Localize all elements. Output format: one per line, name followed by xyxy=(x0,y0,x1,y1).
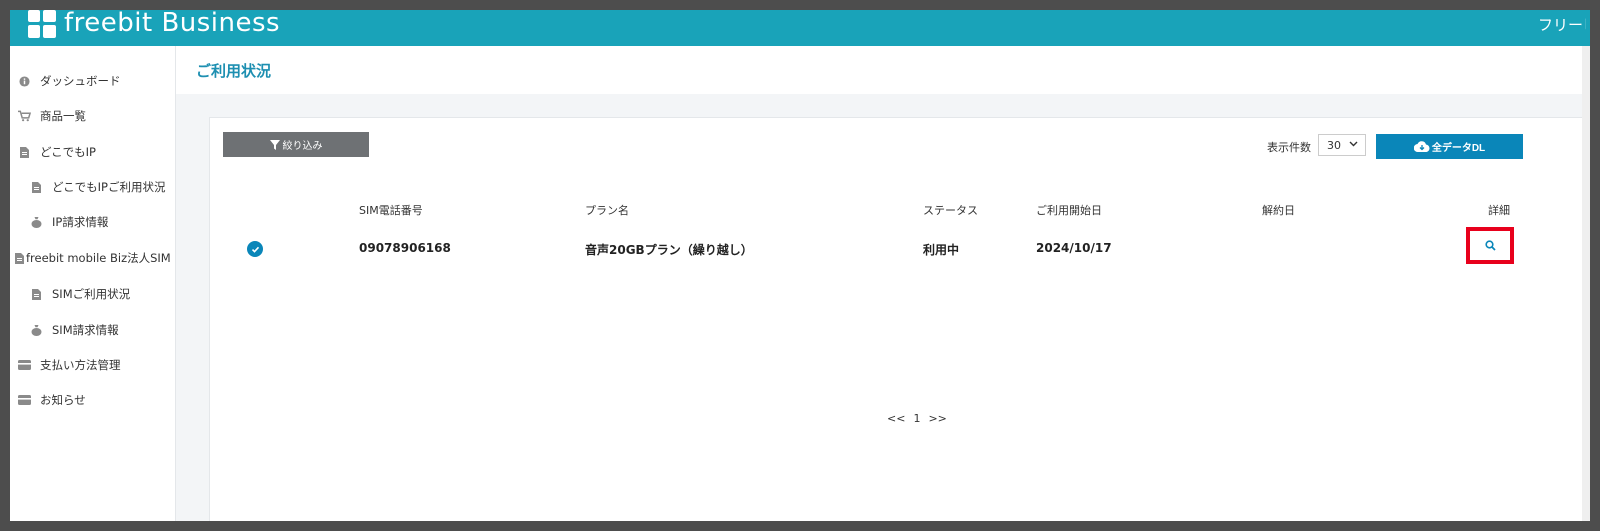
logo-mark-icon xyxy=(28,10,56,38)
column-header-detail: 詳細 xyxy=(1488,204,1510,217)
column-header-start-date[interactable]: ご利用開始日 xyxy=(1036,202,1102,218)
download-all-button[interactable]: 全データDL xyxy=(1376,134,1523,159)
brand-name: freebit Business xyxy=(64,10,281,38)
cell-phone: 09078906168 xyxy=(359,241,451,255)
funnel-icon xyxy=(269,139,280,150)
pagination-next[interactable]: >> xyxy=(928,412,946,425)
column-header-plan[interactable]: プラン名 xyxy=(585,202,629,218)
money-bag-icon xyxy=(29,215,43,229)
sidebar-item-biz-sim[interactable]: freebit mobile Biz法人SIM xyxy=(15,248,171,268)
sidebar-item-sim-usage[interactable]: SIMご利用状況 xyxy=(29,284,130,304)
search-icon xyxy=(1484,240,1496,251)
document-icon xyxy=(15,251,24,265)
sidebar-item-label: SIMご利用状況 xyxy=(52,287,131,301)
credit-card-icon xyxy=(17,358,31,372)
display-count-label: 表示件数 xyxy=(1267,141,1311,154)
sidebar-item-products[interactable]: 商品一覧 xyxy=(17,106,86,126)
sidebar-item-sim-billing[interactable]: SIM請求情報 xyxy=(29,320,119,340)
column-header-cancel-date[interactable]: 解約日 xyxy=(1262,202,1295,218)
document-icon xyxy=(29,180,43,194)
usage-card: 絞り込み 表示件数 30 全データDL SIM電話番号 プラン名 ステータス ご… xyxy=(209,117,1590,521)
sidebar-item-dokodemo-ip[interactable]: どこでもIP xyxy=(17,142,96,162)
cell-start-date: 2024/10/17 xyxy=(1036,241,1112,255)
sidebar-item-label: freebit mobile Biz法人SIM xyxy=(26,251,171,265)
cell-status: 利用中 xyxy=(923,243,960,257)
sidebar: ダッシュボード 商品一覧 どこでもIP どこでもIPご利用状況 IP請求情報 f… xyxy=(10,46,176,521)
document-icon xyxy=(17,145,31,159)
brand-logo[interactable]: freebit Business xyxy=(28,10,280,46)
cell-plan: 音声20GBプラン（繰り越し） xyxy=(585,243,753,257)
display-count-value: 30 xyxy=(1327,138,1341,152)
app-window: freebit Business フリービ ダッシュボード 商品一覧 どこでもI… xyxy=(10,10,1590,521)
download-all-label: 全データDL xyxy=(1431,143,1486,154)
main-content: ご利用状況 絞り込み 表示件数 30 全データDL SIM電話番号 プラン名 ス… xyxy=(176,46,1590,521)
cloud-download-icon xyxy=(1413,141,1430,152)
top-header: freebit Business フリービ xyxy=(10,10,1590,46)
sidebar-item-payment-method[interactable]: 支払い方法管理 xyxy=(17,355,121,375)
document-icon xyxy=(29,287,43,301)
sidebar-item-ip-billing[interactable]: IP請求情報 xyxy=(29,212,108,232)
pagination-prev[interactable]: << xyxy=(887,412,905,425)
money-bag-icon xyxy=(29,323,43,337)
sidebar-item-label: 商品一覧 xyxy=(40,109,86,123)
column-header-phone[interactable]: SIM電話番号 xyxy=(359,202,423,218)
cart-icon xyxy=(17,109,31,123)
sidebar-item-label: IP請求情報 xyxy=(52,215,109,229)
page-title: ご利用状況 xyxy=(196,62,272,80)
credit-card-icon xyxy=(17,393,31,407)
display-count-select[interactable]: 30 xyxy=(1318,134,1366,156)
vertical-scrollbar[interactable] xyxy=(1582,46,1590,521)
sidebar-item-label: 支払い方法管理 xyxy=(40,358,121,372)
user-menu[interactable]: フリービ xyxy=(1538,14,1586,35)
pagination: << 1 >> xyxy=(887,412,955,425)
info-icon xyxy=(17,74,31,88)
row-check-icon[interactable] xyxy=(247,241,263,257)
filter-button-label: 絞り込み xyxy=(282,141,323,152)
detail-button[interactable] xyxy=(1466,227,1514,264)
sidebar-item-label: どこでもIP xyxy=(40,145,96,159)
sidebar-item-label: お知らせ xyxy=(40,393,86,407)
column-header-status[interactable]: ステータス xyxy=(923,202,978,218)
pagination-page-1[interactable]: 1 xyxy=(913,412,920,425)
filter-button[interactable]: 絞り込み xyxy=(223,132,369,157)
sidebar-item-label: SIM請求情報 xyxy=(52,323,119,337)
sidebar-item-dokodemo-ip-usage[interactable]: どこでもIPご利用状況 xyxy=(29,177,165,197)
sidebar-item-label: ダッシュボード xyxy=(40,74,121,88)
sidebar-item-dashboard[interactable]: ダッシュボード xyxy=(17,71,121,91)
sidebar-item-label: どこでもIPご利用状況 xyxy=(52,180,166,194)
chevron-down-icon xyxy=(1349,139,1358,151)
sidebar-item-notices[interactable]: お知らせ xyxy=(17,390,86,410)
page-header: ご利用状況 xyxy=(176,46,1590,94)
